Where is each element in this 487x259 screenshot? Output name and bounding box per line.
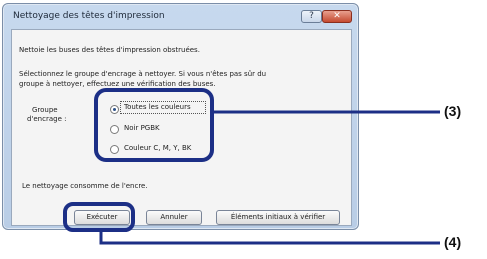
callout-label-4: (4) [444,234,462,250]
callout-leader-lines [99,110,440,245]
leader-line-4 [99,232,440,245]
callout-label-3: (3) [444,103,462,119]
